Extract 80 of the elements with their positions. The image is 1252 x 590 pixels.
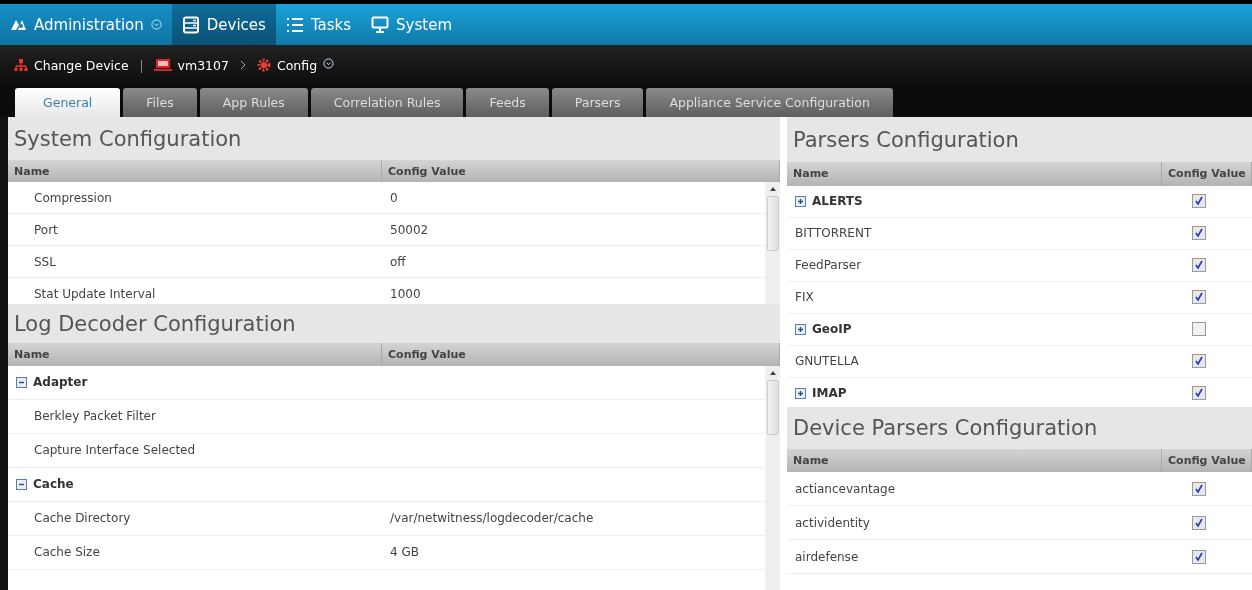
setting-name: Berkley Packet Filter [34, 409, 156, 424]
column-header[interactable]: Name [787, 448, 1162, 473]
setting-value: 0 [390, 190, 398, 205]
tab[interactable]: Correlation Rules [310, 88, 464, 117]
checkbox[interactable] [1192, 481, 1206, 496]
caret-down-icon[interactable] [323, 58, 335, 69]
column-header[interactable]: Name [8, 343, 382, 366]
setting-value: off [390, 254, 406, 269]
checkbox[interactable] [1192, 194, 1206, 209]
tab[interactable]: Appliance Service Configuration [646, 88, 893, 117]
tab[interactable]: General [15, 88, 121, 117]
section-title: Device Parsers Configuration [787, 407, 1252, 449]
tab[interactable]: App Rules [199, 88, 308, 117]
tab[interactable]: Feeds [466, 88, 549, 117]
setting-name: Port [34, 222, 58, 237]
checkbox[interactable] [1192, 386, 1206, 401]
collapse-icon[interactable] [16, 478, 27, 490]
scroll-up-icon[interactable] [768, 186, 777, 193]
group-name: IMAP [812, 386, 847, 401]
server-icon [181, 15, 200, 34]
nav-tab[interactable]: Tasks [275, 4, 362, 45]
column-header[interactable]: Name [8, 160, 382, 183]
expand-icon[interactable] [795, 323, 806, 335]
checkbox[interactable] [1192, 549, 1206, 564]
monitor-icon [371, 16, 390, 33]
setting-name: Compression [34, 190, 112, 205]
logo-icon [10, 18, 27, 31]
setting-name: Capture Interface Selected [34, 443, 196, 458]
scrollbar-thumb[interactable] [766, 196, 779, 252]
setting-name: Cache Size [34, 545, 100, 560]
column-header[interactable]: Name [787, 162, 1162, 186]
chevron-right-icon [239, 59, 247, 71]
checkbox[interactable] [1192, 354, 1206, 369]
checkbox[interactable] [1192, 515, 1206, 530]
setting-name: airdefense [795, 549, 859, 564]
section-title: System Configuration [8, 117, 780, 160]
setting-value: 50002 [390, 222, 429, 237]
group-name: ALERTS [812, 194, 863, 209]
setting-name: actividentity [795, 515, 870, 530]
setting-name: FeedParser [795, 258, 862, 273]
group-name: Cache [33, 477, 74, 492]
change-device-link[interactable]: Change Device [34, 58, 129, 73]
checkbox[interactable] [1192, 258, 1206, 273]
column-header[interactable]: Config Value [1162, 162, 1252, 186]
gear-icon[interactable] [257, 58, 271, 72]
tab[interactable]: Files [123, 88, 197, 117]
setting-value: 4 GB [390, 545, 419, 560]
collapse-icon[interactable] [16, 376, 27, 388]
setting-name: SSL [34, 254, 56, 269]
setting-name: actiancevantage [795, 481, 896, 496]
config-menu[interactable]: Config [277, 58, 318, 73]
scrollbar[interactable] [765, 365, 780, 590]
group-name: GeoIP [812, 322, 852, 337]
nav-tab[interactable]: Devices [171, 4, 276, 45]
section-title: Log Decoder Configuration [8, 303, 780, 344]
checkbox[interactable] [1192, 322, 1206, 337]
setting-name: Stat Update Interval [34, 286, 156, 301]
scrollbar-thumb[interactable] [766, 379, 779, 435]
setting-name: BITTORRENT [795, 226, 872, 241]
expand-icon[interactable] [795, 195, 806, 207]
checkbox[interactable] [1192, 290, 1206, 305]
list-icon [285, 16, 304, 33]
device-link[interactable]: vm3107 [177, 58, 229, 73]
setting-name: GNUTELLA [795, 354, 859, 369]
nav-tab[interactable]: Administration [0, 4, 172, 45]
device-icon[interactable] [153, 58, 172, 72]
setting-value: 1000 [390, 286, 421, 301]
network-icon[interactable] [14, 58, 28, 72]
scroll-up-icon[interactable] [768, 369, 777, 376]
setting-name: Cache Directory [34, 511, 131, 526]
tab[interactable]: Parsers [551, 88, 644, 117]
nav-tab[interactable]: System [361, 4, 463, 45]
setting-name: FIX [795, 290, 814, 305]
expand-icon[interactable] [795, 387, 806, 399]
section-title: Parsers Configuration [787, 117, 1252, 163]
checkbox[interactable] [1192, 226, 1206, 241]
setting-value: /var/netwitness/logdecoder/cache [390, 511, 594, 526]
scrollbar[interactable] [765, 182, 780, 304]
column-header[interactable]: Config Value [1162, 448, 1252, 473]
group-name: Adapter [33, 375, 88, 390]
